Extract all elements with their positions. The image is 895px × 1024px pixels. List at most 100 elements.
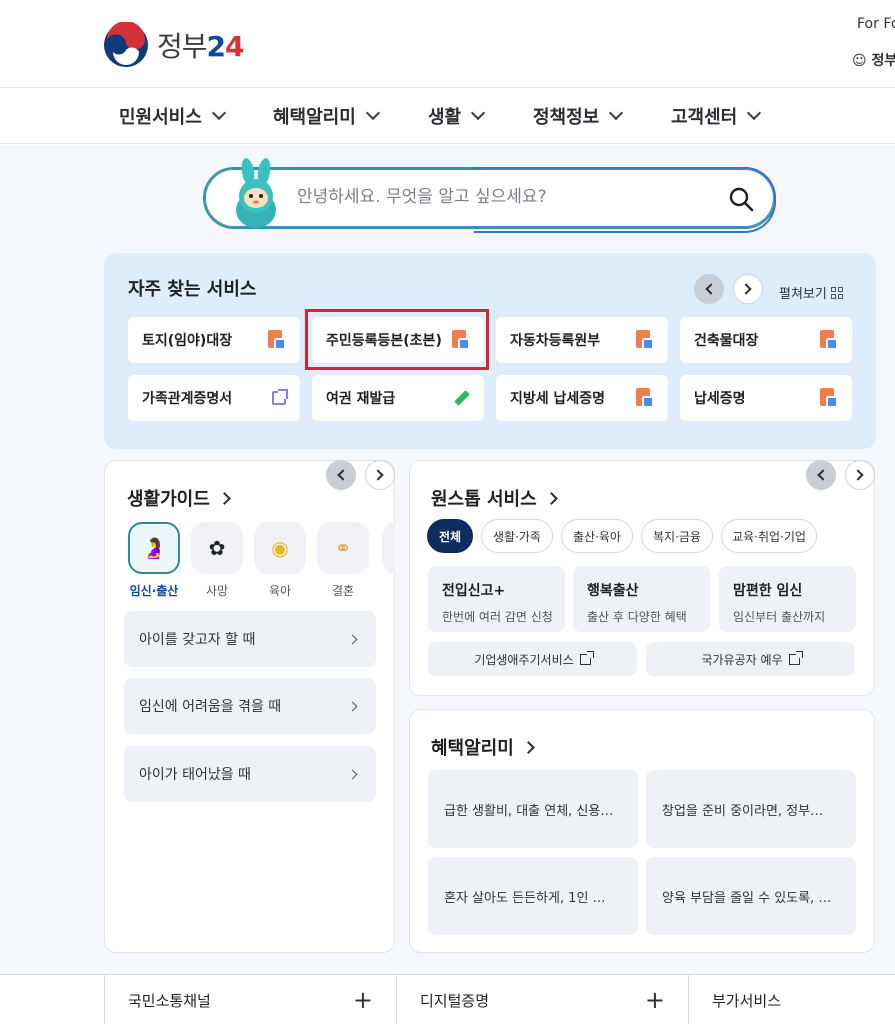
search-input[interactable]: [297, 187, 717, 207]
guide-row-label: 임신에 어려움을 겪을 때: [139, 699, 282, 715]
nav-benefit-alert[interactable]: 혜택알리미: [273, 103, 380, 129]
nav-life[interactable]: 생활: [428, 103, 486, 129]
chip-welfare-finance[interactable]: 복지·금융: [641, 519, 713, 553]
footer-extra-services[interactable]: 부가서비스: [712, 975, 882, 1024]
one-stop-happy-birth[interactable]: 행복출산 출산 후 다양한 혜택: [573, 566, 710, 632]
one-stop-comfortable-pregnancy[interactable]: 맘편한 임신 임신부터 출산까지: [719, 566, 856, 632]
category-label: 육아: [268, 584, 292, 598]
one-stop-box-subtitle: 출산 후 다양한 혜택: [587, 610, 687, 624]
one-stop-box-title: 맘편한 임신: [733, 583, 803, 599]
benefit-item[interactable]: 혼자 살아도 든든하게, 1인 …: [428, 857, 638, 935]
service-label: 납세증명: [694, 391, 746, 407]
plus-icon: +: [644, 986, 665, 1014]
external-link-icon: [788, 650, 803, 665]
for-foreigners-link[interactable]: For Fo: [857, 16, 895, 32]
gov-helper-label: 정부: [871, 53, 895, 69]
service-family-certificate[interactable]: 가족관계증명서: [128, 375, 300, 421]
document-icon: [636, 388, 654, 408]
nav-label: 민원서비스: [119, 107, 202, 128]
grid-icon: [830, 286, 843, 299]
site-header: 정부24 For Fo ☺ 정부: [0, 0, 895, 88]
footer-divider: [688, 975, 689, 1024]
chevron-right-icon: [852, 469, 864, 481]
chevron-down-icon: [609, 105, 624, 121]
footer-divider: [396, 975, 397, 1024]
life-guide-prev-button[interactable]: [326, 460, 356, 490]
taegeuk-logo-icon: [104, 22, 148, 67]
document-icon: [636, 330, 654, 350]
footer-divider: [104, 975, 105, 1024]
chevron-down-icon: [471, 105, 486, 121]
guide-row[interactable]: 아이를 갖고자 할 때: [124, 611, 376, 667]
frequent-services-title: 자주 찾는 서비스: [128, 279, 257, 300]
search-bar[interactable]: [203, 167, 776, 233]
service-label: 자동차등록원부: [510, 333, 601, 349]
business-lifecycle-link[interactable]: 기업생애주기서비스: [428, 642, 637, 676]
search-icon[interactable]: [728, 186, 754, 212]
chevron-left-icon: [337, 469, 349, 481]
chip-birth-childcare[interactable]: 출산·육아: [561, 519, 633, 553]
document-icon: [452, 330, 470, 350]
service-label: 토지(임야)대장: [142, 333, 233, 349]
category-label: 결혼: [331, 584, 355, 598]
benefit-alert-title[interactable]: 혜택알리미: [431, 734, 535, 760]
nav-label: 정책정보: [533, 107, 600, 128]
life-guide-next-button[interactable]: [365, 460, 395, 490]
nav-customer-center[interactable]: 고객센터: [671, 103, 762, 129]
guide-row[interactable]: 아이가 태어났을 때: [124, 746, 376, 802]
chevron-right-icon: [347, 701, 358, 711]
service-land-register[interactable]: 토지(임야)대장: [128, 317, 300, 363]
service-resident-registration[interactable]: 주민등록등본(초본): [312, 317, 484, 363]
one-stop-title-label: 원스톱 서비스: [431, 489, 537, 510]
logo-text-gov: 정부: [157, 30, 208, 63]
guide-category-health[interactable]: 보건: [382, 522, 395, 599]
site-logo[interactable]: 정부24: [103, 22, 245, 68]
frequent-prev-button[interactable]: [694, 274, 724, 304]
guide-category-clip: 보건: [378, 522, 395, 602]
logo-wordmark: 정부24: [157, 25, 245, 65]
external-link-icon: [579, 650, 594, 665]
life-guide-title[interactable]: 생활가이드: [127, 485, 231, 511]
category-label: 임신·출산: [129, 584, 179, 598]
chevron-down-icon: [211, 105, 226, 121]
chip-life-family[interactable]: 생활·가족: [481, 519, 553, 553]
benefit-item[interactable]: 양육 부담을 줄일 수 있도록, …: [646, 857, 856, 935]
chip-all[interactable]: 전체: [427, 519, 473, 553]
footer-label: 국민소통채널: [128, 991, 211, 1010]
guide-row-label: 아이가 태어났을 때: [139, 767, 251, 783]
main-nav: 민원서비스 혜택알리미 생활 정책정보 고객센터: [0, 89, 895, 144]
gov-helper-link[interactable]: ☺ 정부: [852, 50, 895, 70]
service-label: 가족관계증명서: [142, 391, 233, 407]
one-stop-prev-button[interactable]: [806, 460, 836, 490]
benefit-item[interactable]: 창업을 준비 중이라면, 정부…: [646, 770, 856, 848]
one-stop-box-subtitle: 한번에 여러 감면 신청: [442, 610, 553, 624]
service-vehicle-register[interactable]: 자동차등록원부: [496, 317, 668, 363]
chip-education-employment[interactable]: 교육·취업·기업: [721, 519, 817, 553]
footer-communication-channel[interactable]: 국민소통채널 +: [128, 975, 373, 1024]
guide-row-label: 아이를 갖고자 할 때: [139, 632, 256, 648]
nav-civil-services[interactable]: 민원서비스: [119, 103, 226, 129]
one-stop-next-button[interactable]: [845, 460, 875, 490]
logo-text-2: 2: [206, 30, 227, 63]
guide-category-death[interactable]: ✿ 사망: [191, 522, 243, 599]
nav-policy-info[interactable]: 정책정보: [533, 103, 624, 129]
plus-icon: +: [352, 986, 373, 1014]
footer-label: 디지털증명: [420, 991, 490, 1010]
service-local-tax-certificate[interactable]: 지방세 납세증명: [496, 375, 668, 421]
guide-category-childcare[interactable]: ◉ 육아: [254, 522, 306, 599]
one-stop-title[interactable]: 원스톱 서비스: [431, 485, 558, 511]
service-building-register[interactable]: 건축물대장: [680, 317, 852, 363]
benefit-item[interactable]: 급한 생활비, 대출 연체, 신용…: [428, 770, 638, 848]
spread-view-button[interactable]: 펼쳐보기: [779, 283, 843, 302]
guide-category-pregnancy[interactable]: 🤰 임신·출산: [128, 522, 180, 599]
footer-digital-certificate[interactable]: 디지털증명 +: [420, 975, 665, 1024]
one-stop-move-in[interactable]: 전입신고+ 한번에 여러 감면 신청: [428, 566, 565, 632]
guide-category-marriage[interactable]: ⚭ 결혼: [317, 522, 369, 599]
national-merit-link[interactable]: 국가유공자 예우: [646, 642, 855, 676]
stroller-icon: ◉: [254, 522, 306, 574]
frequent-next-button[interactable]: [733, 274, 763, 304]
chevron-down-icon: [747, 105, 762, 121]
guide-row[interactable]: 임신에 어려움을 겪을 때: [124, 678, 376, 734]
service-passport-reissue[interactable]: 여권 재발급: [312, 375, 484, 421]
service-tax-certificate[interactable]: 납세증명: [680, 375, 852, 421]
